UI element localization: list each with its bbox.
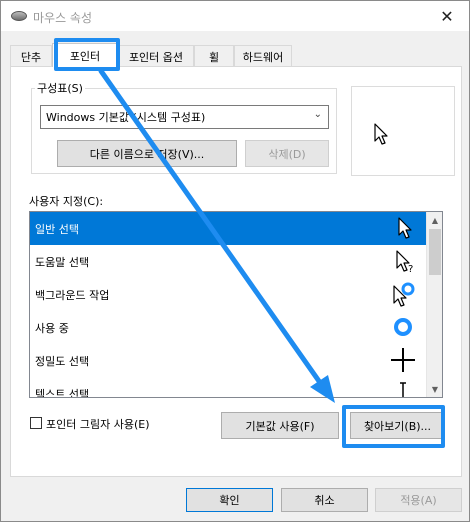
list-item-normal-select[interactable]: 일반 선택 [30,212,430,245]
tab-pointer-options[interactable]: 포인터 옵션 [118,45,194,67]
use-default-button[interactable]: 기본값 사용(F) [221,412,339,439]
scheme-selected-value: Windows 기본값 (시스템 구성표) [46,111,206,124]
save-as-button[interactable]: 다른 이름으로 저장(V)... [57,140,237,167]
text-ibeam-icon [400,382,406,397]
list-item-label: 텍스트 선택 [35,387,90,398]
scheme-dropdown[interactable]: Windows 기본값 (시스템 구성표) ⌄ [40,105,329,129]
mouse-icon [11,11,27,21]
customize-label: 사용자 지정(C): [29,195,104,208]
list-item-working-in-background[interactable]: 백그라운드 작업 [30,278,430,311]
help-cursor-icon: ? [396,250,413,274]
scroll-up-icon[interactable]: ▲ [427,212,442,228]
title-bar: 마우스 속성 ✕ [1,1,469,31]
tab-wheel[interactable]: 휠 [194,45,234,67]
scheme-group-label: 구성표(S) [35,80,85,96]
scroll-thumb[interactable] [429,229,441,275]
cursor-preview [351,86,455,176]
arrow-cursor-preview-icon [374,123,388,145]
list-item-label: 도움말 선택 [35,255,90,269]
list-item-precision-select[interactable]: 정밀도 선택 [30,344,430,377]
pointer-shadow-label: 포인터 그림자 사용(E) [46,418,150,431]
mouse-properties-dialog: 마우스 속성 ✕ 단추 포인터 포인터 옵션 휠 하드웨어 구성표(S) Win… [0,0,470,522]
scroll-down-icon[interactable]: ▼ [427,381,442,397]
list-item-label: 사용 중 [35,321,69,335]
apply-button[interactable]: 적용(A) [375,488,462,512]
list-item-label: 일반 선택 [35,222,79,236]
list-item-label: 정밀도 선택 [35,354,90,368]
svg-text:?: ? [408,264,413,274]
list-item-help-select[interactable]: 도움말 선택 ? [30,245,430,278]
window-title: 마우스 속성 [33,11,93,25]
close-button[interactable]: ✕ [425,1,469,31]
list-item-text-select[interactable]: 텍스트 선택 [30,377,430,398]
list-item-label: 백그라운드 작업 [35,288,110,302]
pointers-tab-panel: 구성표(S) Windows 기본값 (시스템 구성표) ⌄ 다른 이름으로 저… [10,66,462,477]
cursor-list-scrollbar[interactable]: ▲ ▼ [426,212,442,397]
busy-background-cursor-icon [393,282,415,307]
tab-hardware[interactable]: 하드웨어 [234,45,292,67]
delete-scheme-button[interactable]: 삭제(D) [245,140,329,167]
busy-ring-icon [394,318,412,336]
cursor-list[interactable]: 일반 선택 도움말 선택 ? 백그라운드 작업 사용 중 정밀도 선택 텍스트 … [29,211,443,398]
ok-button[interactable]: 확인 [186,488,273,512]
list-item-busy[interactable]: 사용 중 [30,311,430,344]
chevron-down-icon: ⌄ [313,109,322,120]
arrow-cursor-icon [398,217,412,239]
tab-pointers[interactable]: 포인터 [52,43,118,67]
crosshair-icon [391,348,415,372]
browse-button[interactable]: 찾아보기(B)... [350,412,445,439]
pointer-shadow-checkbox[interactable] [30,417,42,429]
cancel-button[interactable]: 취소 [281,488,368,512]
tab-buttons[interactable]: 단추 [10,45,52,67]
